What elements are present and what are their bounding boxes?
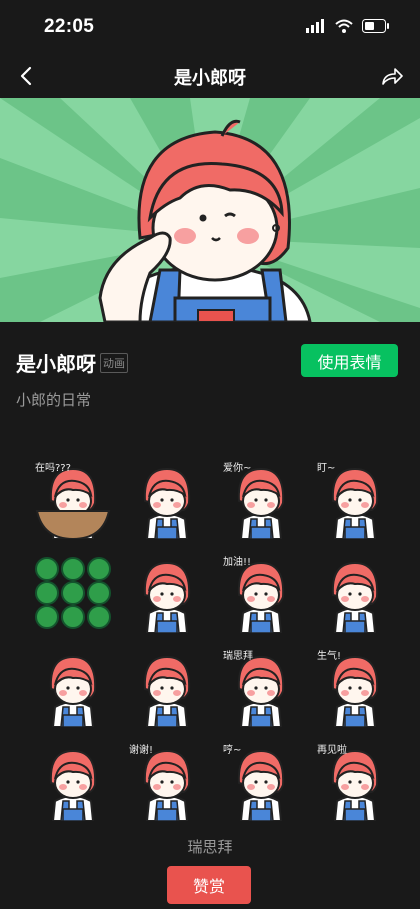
sticker-grid: 在吗??? 爱你~ 盯~ 加油!! 瑞思拜 生气! 谢谢! 哼~ 再见啦 [26,452,402,828]
signal-icon [306,19,324,33]
sticker-image: 生气! [317,649,379,727]
sticker-item[interactable]: 再见啦 [308,734,402,828]
sticker-item[interactable]: 哼~ [214,734,308,828]
sticker-image: 瑞思拜 [223,650,285,727]
sticker-item[interactable]: 在吗??? [26,452,120,546]
battery-icon [362,19,389,33]
nav-bar: 是小郎呀 [0,56,420,96]
sticker-item[interactable] [26,734,120,828]
sticker-image [143,655,191,727]
sticker-image [331,561,379,633]
sticker-item[interactable]: 爱你~ [214,452,308,546]
status-time: 22:05 [44,16,95,37]
sticker-caption: 加油!! [223,555,251,568]
sticker-item[interactable] [120,452,214,546]
wifi-icon [335,19,353,33]
sticker-caption: 爱你~ [223,461,251,474]
sticker-caption: 谢谢! [129,743,153,756]
sticker-item[interactable] [120,640,214,734]
sticker-caption: 生气! [317,649,341,662]
pack-description: 小郎的日常 [16,392,92,409]
sticker-image: 谢谢! [129,743,191,821]
sticker-caption: 再见啦 [317,743,347,756]
pack-type-tag: 动画 [100,352,128,373]
sticker-image [35,557,111,629]
sticker-image [143,561,191,633]
sticker-image: 爱你~ [223,461,285,539]
sticker-item[interactable]: 谢谢! [120,734,214,828]
banner-illustration [0,98,420,322]
sticker-caption: 在吗??? [35,462,71,474]
sticker-image: 再见啦 [317,743,379,821]
sticker-item[interactable] [120,546,214,640]
page-title: 是小郎呀 [174,68,246,88]
status-icons [306,19,390,33]
sticker-caption: 瑞思拜 [223,650,253,662]
sticker-image [49,749,97,821]
share-button[interactable] [378,62,406,90]
use-sticker-button[interactable]: 使用表情 [301,344,398,377]
sticker-item[interactable]: 加油!! [214,546,308,640]
sticker-banner [0,98,420,322]
sticker-image: 在吗??? [35,462,111,539]
sticker-item[interactable]: 生气! [308,640,402,734]
sticker-image: 盯~ [317,462,379,539]
sticker-image [49,655,97,727]
sticker-item[interactable] [26,640,120,734]
sticker-item[interactable] [26,546,120,640]
pack-title: 是小郎呀 动画 [16,348,128,377]
status-bar: 22:05 [0,0,420,56]
sticker-item[interactable]: 瑞思拜 [214,640,308,734]
author-name: 瑞思拜 [187,839,233,856]
sticker-image: 哼~ [223,743,285,821]
sticker-item[interactable] [308,546,402,640]
sticker-item[interactable]: 盯~ [308,452,402,546]
sticker-caption: 盯~ [317,462,335,474]
reward-button[interactable]: 赞赏 [167,866,251,904]
share-arrow-icon [382,68,403,85]
sticker-image: 加油!! [223,555,285,633]
sticker-image [143,467,191,539]
pack-name: 是小郎呀 [16,354,96,376]
sticker-caption: 哼~ [223,743,241,756]
